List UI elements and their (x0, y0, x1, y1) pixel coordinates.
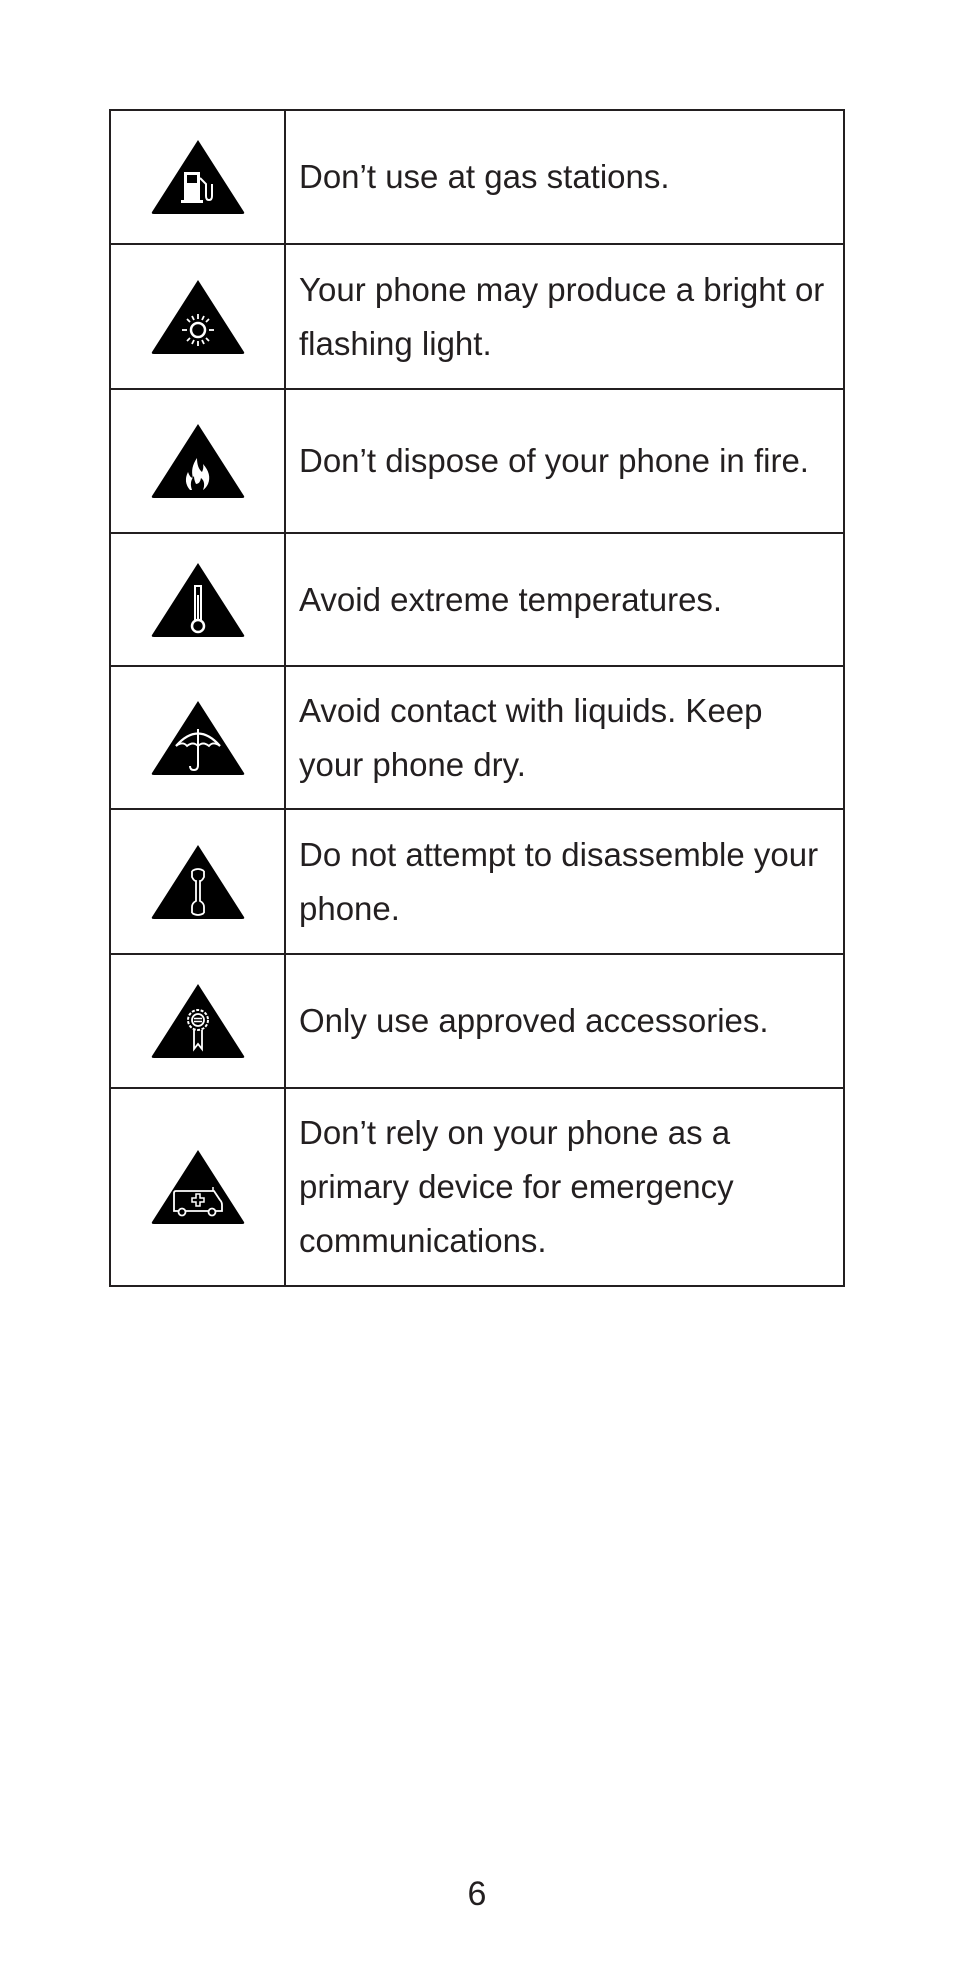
warning-text: Don’t rely on your phone as a primary de… (284, 1087, 845, 1287)
table-row: Don’t use at gas stations. (109, 109, 845, 245)
table-row: Your phone may produce a bright or flash… (109, 243, 845, 390)
warning-text: Do not attempt to disassemble your phone… (284, 808, 845, 955)
icon-cell (109, 953, 286, 1089)
warning-text: Avoid contact with liquids. Keep your ph… (284, 665, 845, 810)
table-row: Avoid contact with liquids. Keep your ph… (109, 665, 845, 810)
icon-cell (109, 1087, 286, 1287)
table-row: Only use approved accessories. (109, 953, 845, 1089)
table-row: Don’t dispose of your phone in fire. (109, 388, 845, 534)
icon-cell (109, 808, 286, 955)
icon-cell (109, 109, 286, 245)
approved-badge-icon (151, 984, 244, 1058)
bright-light-icon (151, 279, 244, 354)
warning-text: Don’t dispose of your phone in fire. (284, 388, 845, 534)
umbrella-icon (151, 700, 244, 775)
table-row: Avoid extreme temperatures. (109, 532, 845, 667)
wrench-icon (151, 844, 244, 919)
ambulance-icon (151, 1150, 244, 1224)
icon-cell (109, 388, 286, 534)
icon-cell (109, 243, 286, 390)
gas-pump-icon (151, 140, 244, 214)
table-row: Do not attempt to disassemble your phone… (109, 808, 845, 955)
icon-cell (109, 665, 286, 810)
safety-warnings-table: Don’t use at gas stations. Your phone ma… (109, 109, 845, 1287)
warning-text: Your phone may produce a bright or flash… (284, 243, 845, 390)
thermometer-icon (151, 562, 244, 637)
warning-text: Avoid extreme temperatures. (284, 532, 845, 667)
warning-text: Don’t use at gas stations. (284, 109, 845, 245)
warning-text: Only use approved accessories. (284, 953, 845, 1089)
page-number: 6 (467, 1875, 487, 1913)
fire-icon (151, 424, 244, 498)
table-row: Don’t rely on your phone as a primary de… (109, 1087, 845, 1287)
icon-cell (109, 532, 286, 667)
